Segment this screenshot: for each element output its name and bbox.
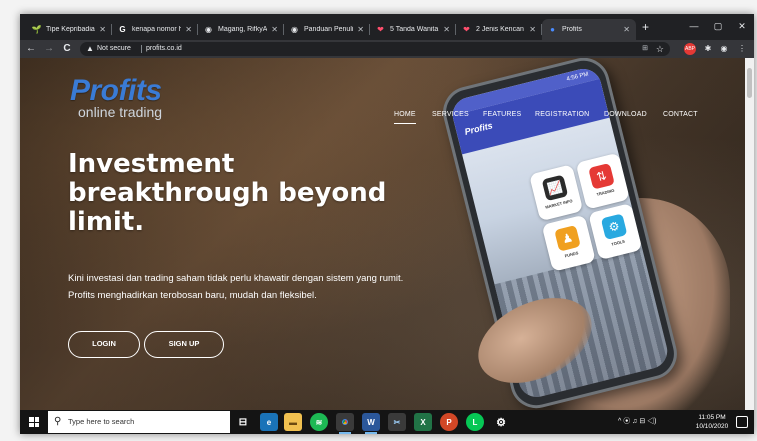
phone-app-logo: Profits xyxy=(463,120,494,137)
site-logo[interactable]: Profits online trading xyxy=(70,74,163,121)
bookmark-star-icon[interactable]: ☆ xyxy=(656,42,664,56)
profile-avatar-icon[interactable]: ◉ xyxy=(718,43,730,55)
windows-taskbar: ⚲ Type here to search ⊟ e ▬ ≋ W ✂ X P L … xyxy=(20,410,754,434)
tile-label: MARKET INFO xyxy=(544,198,574,210)
task-view-icon[interactable]: ⊟ xyxy=(234,413,252,431)
heart-favicon-icon: ❤ xyxy=(463,25,470,34)
back-button[interactable]: ← xyxy=(24,42,38,56)
signup-button[interactable]: SIGN UP xyxy=(144,331,224,358)
tile-market-info: 📈 MARKET INFO xyxy=(528,164,584,222)
clock-time: 11:05 PM xyxy=(698,414,726,421)
tab-title: Panduan Penulisan xyxy=(304,26,354,33)
omnibox-divider xyxy=(141,45,142,53)
tab-close-icon[interactable]: ✕ xyxy=(529,25,536,34)
translate-icon[interactable]: ⊞ xyxy=(642,42,648,56)
browser-toolbar: ← → C ▲ Not secure profits.co.id ⊞ ☆ ABP… xyxy=(20,40,754,58)
tab-title: 5 Tanda Wanita Ti xyxy=(390,26,439,33)
heart-favicon-icon: ❤ xyxy=(377,25,384,34)
settings-gear-icon[interactable]: ⚙ xyxy=(492,413,510,431)
warning-icon[interactable]: ▲ xyxy=(86,44,96,54)
search-icon: ⚲ xyxy=(54,416,62,427)
tile-label: FUNDS xyxy=(564,250,579,259)
tile-label: TOOLS xyxy=(610,238,626,247)
edge-icon[interactable]: e xyxy=(260,413,278,431)
nav-services[interactable]: SERVICES xyxy=(432,108,469,122)
adblock-extension-icon[interactable]: ABP xyxy=(684,43,696,55)
google-favicon-icon: G xyxy=(119,25,126,34)
profits-favicon-icon: ● xyxy=(550,25,555,34)
page-viewport: 4:56 PM Profits 📈 MARKET INFO ⇅ TRADING … xyxy=(20,58,754,410)
tile-trading: ⇅ TRADING xyxy=(575,152,630,210)
login-button[interactable]: LOGIN xyxy=(68,331,140,358)
taskbar-search-box[interactable]: ⚲ Type here to search xyxy=(48,411,230,433)
chart-icon: 📈 xyxy=(541,174,569,202)
tab-close-icon[interactable]: ✕ xyxy=(185,25,192,34)
forward-button[interactable]: → xyxy=(42,42,56,56)
scrollbar-thumb[interactable] xyxy=(747,68,752,98)
spotify-icon[interactable]: ≋ xyxy=(310,413,328,431)
funds-icon: ♟ xyxy=(554,225,581,252)
tab-close-icon[interactable]: ✕ xyxy=(357,25,364,34)
tab-close-icon[interactable]: ✕ xyxy=(623,25,630,34)
menu-kebab-icon[interactable]: ⋮ xyxy=(736,43,748,55)
nav-contact[interactable]: CONTACT xyxy=(663,108,698,122)
browser-window: 🌱 Tipe Kepribadian ✕ G kenapa nomor hp ✕… xyxy=(20,14,754,434)
nav-download[interactable]: DOWNLOAD xyxy=(604,108,647,122)
leaf-favicon-icon: 🌱 xyxy=(31,25,42,34)
close-window-button[interactable]: ✕ xyxy=(730,18,754,34)
excel-icon[interactable]: X xyxy=(414,413,432,431)
logo-tagline: online trading xyxy=(78,104,163,120)
tab-title: kenapa nomor hp xyxy=(132,26,182,33)
hero-description: Kini investasi dan trading saham tidak p… xyxy=(68,273,404,301)
taskbar-clock[interactable]: 11:05 PM 10/10/2020 xyxy=(692,413,732,431)
start-button[interactable] xyxy=(22,410,46,434)
tab-close-icon[interactable]: ✕ xyxy=(99,25,106,34)
minimize-button[interactable]: — xyxy=(682,18,706,34)
extensions-puzzle-icon[interactable]: ✱ xyxy=(702,43,714,55)
globe-favicon-icon: ◉ xyxy=(291,25,298,34)
clock-date: 10/10/2020 xyxy=(695,423,729,430)
snipping-tool-icon[interactable]: ✂ xyxy=(388,413,406,431)
tab-2-jenis-kencan[interactable]: ❤ 2 Jenis Kencan Ya ✕ xyxy=(456,19,542,40)
notification-center-icon[interactable] xyxy=(736,416,748,428)
nav-home[interactable]: HOME xyxy=(394,108,416,124)
file-explorer-icon[interactable]: ▬ xyxy=(284,413,302,431)
hero-title: Investment breakthrough beyond limit. xyxy=(68,149,387,237)
nav-registration[interactable]: REGISTRATION xyxy=(535,108,589,122)
nav-features[interactable]: FEATURES xyxy=(483,108,521,122)
tab-close-icon[interactable]: ✕ xyxy=(271,25,278,34)
tab-magang[interactable]: ◉ Magang, RifkyAdi ✕ xyxy=(198,19,284,40)
system-tray-icons[interactable]: ^ ⦿ ♫ ⊟ ◁) xyxy=(618,410,657,434)
tab-panduan-penulisan[interactable]: ◉ Panduan Penulisan ✕ xyxy=(284,19,370,40)
address-bar[interactable]: ▲ Not secure profits.co.id ⊞ ☆ xyxy=(80,42,670,56)
tab-tipe-kepribadian[interactable]: 🌱 Tipe Kepribadian ✕ xyxy=(26,19,112,40)
tab-title: Tipe Kepribadian xyxy=(46,26,96,33)
tab-5-tanda-wanita[interactable]: ❤ 5 Tanda Wanita Ti ✕ xyxy=(370,19,456,40)
logo-wordmark: Profits xyxy=(70,74,162,107)
gear-icon: ⚙ xyxy=(600,213,628,241)
tab-close-icon[interactable]: ✕ xyxy=(443,25,450,34)
security-label: Not secure xyxy=(97,45,131,52)
globe-favicon-icon: ◉ xyxy=(205,25,212,34)
chrome-icon[interactable] xyxy=(336,413,354,434)
line-icon[interactable]: L xyxy=(466,413,484,431)
tab-strip: 🌱 Tipe Kepribadian ✕ G kenapa nomor hp ✕… xyxy=(20,14,754,40)
tab-title: 2 Jenis Kencan Ya xyxy=(476,26,525,33)
swap-icon: ⇅ xyxy=(588,162,615,190)
tab-title: Profits xyxy=(562,26,582,33)
powerpoint-icon[interactable]: P xyxy=(440,413,458,431)
tile-label: TRADING xyxy=(596,187,615,197)
search-placeholder: Type here to search xyxy=(68,417,135,426)
new-tab-button[interactable]: + xyxy=(642,20,649,34)
reload-button[interactable]: C xyxy=(60,42,74,56)
word-icon[interactable]: W xyxy=(362,413,380,434)
tab-profits[interactable]: ● Profits ✕ xyxy=(542,19,636,40)
page-scrollbar[interactable] xyxy=(745,58,754,410)
windows-logo-icon xyxy=(29,417,39,427)
url-text[interactable]: profits.co.id xyxy=(146,42,182,56)
tab-kenapa-nomor-hp[interactable]: G kenapa nomor hp ✕ xyxy=(112,19,198,40)
maximize-button[interactable]: ▢ xyxy=(706,18,730,34)
tab-title: Magang, RifkyAdi xyxy=(218,26,268,33)
